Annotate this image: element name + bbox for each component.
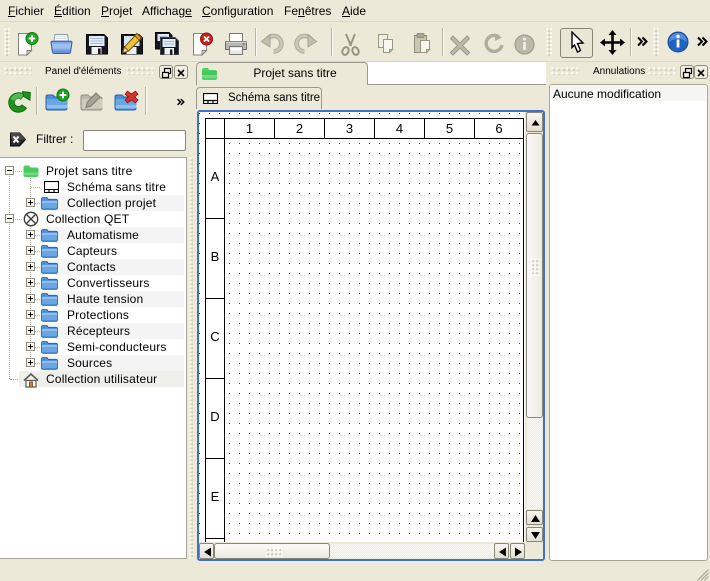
svg-text:C: C [210,329,219,344]
svg-text:1: 1 [246,121,253,136]
svg-text:B: B [211,249,220,264]
svg-text:2: 2 [296,121,303,136]
svg-text:5: 5 [446,121,453,136]
svg-text:3: 3 [346,121,353,136]
svg-text:A: A [211,169,220,184]
svg-text:D: D [210,409,219,424]
svg-text:4: 4 [396,121,403,136]
svg-text:E: E [211,489,220,504]
svg-text:6: 6 [495,121,502,136]
